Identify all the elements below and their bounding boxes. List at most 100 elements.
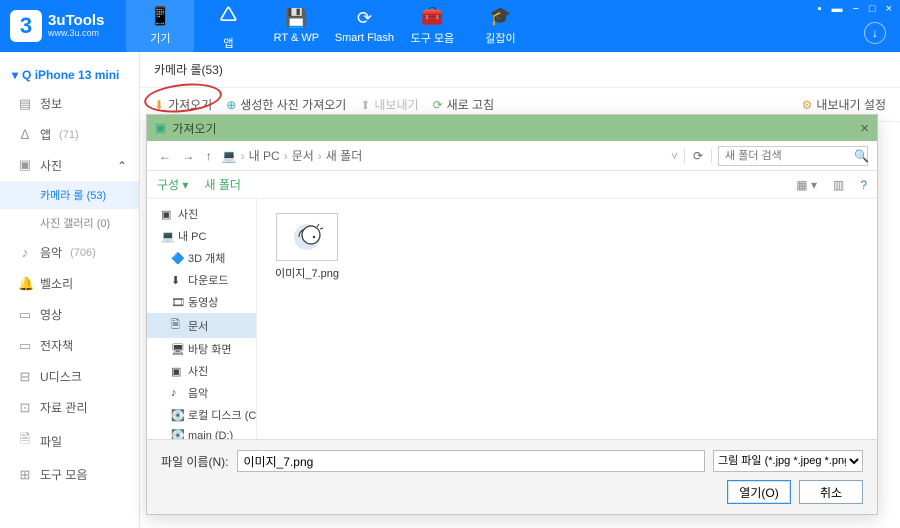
folder-icon: 🎞	[171, 296, 183, 309]
sidebar: ▾ Q iPhone 13 mini ▤정보 ᐃ앱 (71) ▣사진⌃ 카메라 …	[0, 52, 140, 528]
folder-icon: ♪	[171, 387, 183, 399]
path-seg[interactable]: 새 폴더	[326, 147, 362, 164]
folder-tree[interactable]: ▣사진💻내 PC🔷3D 개체⬇다운로드🎞동영상🗎문서🖥바탕 화면▣사진♪음악💽로…	[147, 199, 257, 439]
dialog-search-input[interactable]	[718, 146, 868, 166]
filetype-select[interactable]: 그림 파일 (*.jpg *.jpeg *.png *.	[713, 450, 863, 472]
chevron-up-icon: ⌃	[117, 159, 127, 173]
nav-apps[interactable]: 🛆앱	[194, 0, 262, 52]
nav-tutorial[interactable]: 🎓길잡이	[466, 0, 534, 52]
tree-item[interactable]: 🖥바탕 화면	[147, 338, 256, 360]
sidebar-item-music[interactable]: ♪음악 (706)	[0, 237, 139, 268]
new-folder-button[interactable]: 새 폴더	[204, 176, 240, 193]
sub-label: 카메라 롤	[40, 190, 84, 202]
tree-item[interactable]: 🗎문서	[147, 313, 256, 338]
folder-icon: 🗎	[171, 316, 183, 335]
sidebar-label: 사진	[40, 157, 62, 174]
pc-icon: 💻	[222, 149, 237, 163]
view-icons-button[interactable]: ▦ ▾	[796, 178, 817, 192]
file-list[interactable]: 이미지_7.png	[257, 199, 877, 439]
win-btn[interactable]: ▪	[816, 3, 824, 15]
file-item[interactable]: 이미지_7.png	[271, 213, 343, 281]
import-selected-button[interactable]: ⊕생성한 사진 가져오기	[226, 96, 346, 113]
tree-label: 다운로드	[188, 272, 228, 288]
tree-label: 사진	[178, 206, 198, 222]
nav-rtwp[interactable]: 💾RT & WP	[262, 0, 330, 52]
export-button[interactable]: ⬆내보내기	[360, 96, 418, 113]
minimize-button[interactable]: −	[850, 3, 860, 15]
folder-icon: 💽	[171, 409, 183, 422]
folder-icon: 🔷	[171, 252, 183, 265]
sidebar-item-photos[interactable]: ▣사진⌃	[0, 150, 139, 181]
nav-device[interactable]: 📱 기기	[126, 0, 194, 52]
back-button[interactable]: ←	[155, 149, 175, 163]
dialog-footer: 파일 이름(N): 그림 파일 (*.jpg *.jpeg *.png *. 열…	[147, 439, 877, 514]
breadcrumb: 카메라 롤(53)	[140, 52, 900, 88]
up-button[interactable]: ↑	[202, 149, 216, 163]
nav-label: 앱	[223, 35, 233, 51]
import-button[interactable]: ⬇가져오기	[154, 96, 212, 113]
sidebar-item-info[interactable]: ▤정보	[0, 88, 139, 119]
search-icon[interactable]: 🔍	[854, 149, 869, 163]
import-icon: ⬇	[154, 98, 164, 112]
sidebar-label: 자료 관리	[40, 399, 88, 416]
book-icon: ▭	[18, 338, 32, 354]
tree-item[interactable]: 💽 로컬 디스크 (C:)	[147, 404, 256, 426]
tree-item[interactable]: 💻내 PC	[147, 225, 256, 247]
nav-smartflash[interactable]: ⟳Smart Flash	[330, 0, 398, 52]
organize-menu[interactable]: 구성 ▾	[157, 176, 188, 193]
filename-input[interactable]	[237, 450, 706, 472]
count: (706)	[70, 247, 96, 259]
device-name: Q iPhone 13 mini	[22, 68, 119, 82]
sidebar-item-data[interactable]: ⊡자료 관리	[0, 392, 139, 423]
sidebar-item-files[interactable]: 🗎파일	[0, 423, 139, 459]
folder-icon: 💻	[161, 230, 173, 243]
dialog-close-button[interactable]: ×	[860, 120, 869, 137]
cancel-button[interactable]: 취소	[799, 480, 863, 504]
phone-icon: 📱	[149, 6, 171, 27]
sidebar-sub-gallery[interactable]: 사진 갤러리 (0)	[0, 209, 139, 237]
open-button[interactable]: 열기(O)	[727, 480, 791, 504]
tree-item[interactable]: ▣사진	[147, 203, 256, 225]
view-list-button[interactable]: ▥	[833, 178, 844, 192]
chevron-down-icon[interactable]: ˅	[671, 149, 678, 163]
apps-icon: 🛆	[219, 2, 237, 32]
sidebar-item-ringtone[interactable]: 🔔벨소리	[0, 268, 139, 299]
sidebar-item-apps[interactable]: ᐃ앱 (71)	[0, 119, 139, 150]
app-url: www.3u.com	[48, 29, 104, 39]
tree-item[interactable]: ⬇ 다운로드	[147, 269, 256, 291]
device-selector[interactable]: ▾ Q iPhone 13 mini	[0, 62, 139, 88]
sidebar-item-toolbox[interactable]: ⊞도구 모음	[0, 459, 139, 490]
tree-item[interactable]: 💽main (D:)	[147, 426, 256, 439]
export-icon: ⬆	[360, 98, 370, 112]
maximize-button[interactable]: □	[867, 3, 878, 15]
path-seg[interactable]: 문서	[292, 147, 314, 164]
export-settings-button[interactable]: ⚙내보내기 설정	[802, 96, 886, 113]
sidebar-item-udisk[interactable]: ⊟U디스크	[0, 361, 139, 392]
tree-item[interactable]: ▣사진	[147, 360, 256, 382]
close-button[interactable]: ×	[884, 3, 894, 15]
sidebar-label: 벨소리	[40, 275, 73, 292]
sidebar-item-video[interactable]: ▭영상	[0, 299, 139, 330]
help-button[interactable]: ?	[860, 178, 867, 192]
tree-item[interactable]: 🔷3D 개체	[147, 247, 256, 269]
download-button[interactable]: ↓	[864, 22, 886, 44]
music-icon: ♪	[18, 245, 32, 260]
path-refresh-button[interactable]: ⟳	[684, 149, 712, 163]
nav-toolbox[interactable]: 🧰도구 모음	[398, 0, 466, 52]
tree-item[interactable]: 🎞동영상	[147, 291, 256, 313]
tree-item[interactable]: ♪음악	[147, 382, 256, 404]
folder-icon: ⬇	[171, 274, 183, 287]
path-seg[interactable]: 내 PC	[249, 147, 280, 164]
tutorial-icon: 🎓	[489, 6, 511, 27]
nav-label: 기기	[150, 30, 170, 46]
folder-icon: 💽	[171, 429, 183, 439]
sidebar-item-ebook[interactable]: ▭전자책	[0, 330, 139, 361]
sidebar-sub-cameraroll[interactable]: 카메라 롤 (53)	[0, 181, 139, 209]
refresh-button[interactable]: ⟳새로 고침	[433, 96, 495, 113]
tree-label: 로컬 디스크 (C:)	[188, 407, 257, 423]
forward-button[interactable]: →	[178, 149, 198, 163]
sidebar-label: 영상	[40, 306, 62, 323]
win-btn[interactable]: ▬	[829, 3, 844, 15]
apps-icon: ᐃ	[18, 127, 32, 143]
path-bar[interactable]: 💻› 내 PC› 문서› 새 폴더 ˅	[222, 147, 678, 164]
